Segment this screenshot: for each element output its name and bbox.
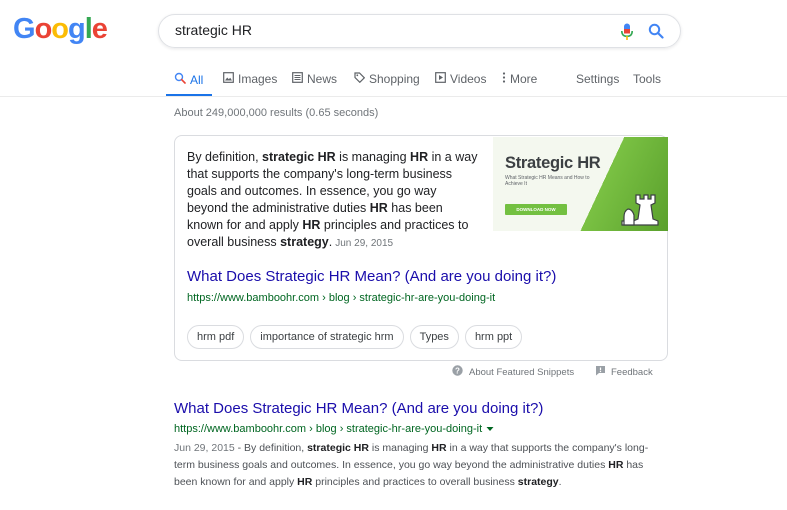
search-icon xyxy=(174,72,186,87)
snippet-text-segment: is managing xyxy=(335,150,411,164)
search-tabs: All Images News Shopping Videos More Set… xyxy=(166,69,694,97)
search-icon[interactable] xyxy=(648,23,664,44)
settings-link[interactable]: Settings xyxy=(576,72,619,86)
tab-news[interactable]: News xyxy=(292,72,337,86)
help-icon: ? xyxy=(452,365,463,379)
feedback-icon xyxy=(595,365,606,379)
snippet-text-segment: . xyxy=(558,476,562,488)
snippet-text-segment: is managing xyxy=(368,442,432,454)
snippet-text-segment: . xyxy=(328,235,333,249)
tab-videos[interactable]: Videos xyxy=(435,72,486,86)
image-title: Strategic HR xyxy=(505,154,601,172)
snippet-image[interactable]: Strategic HR What Strategic HR Means and… xyxy=(493,137,668,231)
related-chip[interactable]: hrm ppt xyxy=(464,325,523,349)
image-download-button: DOWNLOAD NOW xyxy=(505,204,567,215)
tools-link[interactable]: Tools xyxy=(633,72,661,86)
play-icon xyxy=(435,72,446,86)
snippet-result-link[interactable]: What Does Strategic HR Mean? (And are yo… xyxy=(187,268,556,285)
logo-letter: o xyxy=(34,13,53,45)
highlight-keyword: HR xyxy=(302,218,321,232)
highlight-keyword: strategic HR xyxy=(307,442,369,454)
google-logo[interactable]: Google xyxy=(13,13,108,46)
tabs-divider xyxy=(0,96,787,97)
highlight-keyword: HR xyxy=(431,442,447,454)
logo-letter: g xyxy=(68,13,86,45)
result-date: Jun 29, 2015 xyxy=(174,442,235,454)
feedback-label: Feedback xyxy=(611,366,653,378)
tag-icon xyxy=(354,72,366,86)
image-subtitle: What Strategic HR Means and How to Achie… xyxy=(505,175,590,187)
tab-label: Shopping xyxy=(369,72,420,86)
settings-label: Settings xyxy=(576,72,620,86)
highlight-keyword: HR xyxy=(410,150,429,164)
search-input[interactable] xyxy=(175,22,595,38)
snippet-result-url[interactable]: https://www.bamboohr.com › blog › strate… xyxy=(187,292,495,304)
highlight-keyword: HR xyxy=(297,476,313,488)
search-result: What Does Strategic HR Mean? (And are yo… xyxy=(174,400,664,491)
chess-piece-icon xyxy=(621,194,659,226)
related-chip[interactable]: hrm pdf xyxy=(187,325,245,349)
snippet-text-segment: By definition, xyxy=(187,150,263,164)
result-url-text[interactable]: https://www.bamboohr.com › blog › strate… xyxy=(174,423,482,435)
newspaper-icon xyxy=(292,72,303,86)
featured-snippet: By definition, strategic HR is managing … xyxy=(174,135,668,361)
logo-letter: e xyxy=(91,13,108,45)
mic-icon[interactable] xyxy=(620,23,634,46)
logo-letter: l xyxy=(84,13,93,45)
result-title-link[interactable]: What Does Strategic HR Mean? (And are yo… xyxy=(174,400,664,417)
highlight-keyword: HR xyxy=(369,201,388,215)
svg-text:?: ? xyxy=(455,366,460,375)
snippet-date: Jun 29, 2015 xyxy=(335,238,394,249)
snippet-text-segment: - By definition, xyxy=(234,442,308,454)
snippet-text-segment: principles and practices to overall busi… xyxy=(312,476,518,488)
tab-more[interactable]: More xyxy=(502,72,537,86)
highlight-keyword: strategy xyxy=(517,476,559,488)
related-chip[interactable]: Types xyxy=(409,325,459,349)
related-chip[interactable]: importance of strategic hrm xyxy=(250,325,404,349)
tab-images[interactable]: Images xyxy=(223,72,277,86)
result-snippet: Jun 29, 2015 - By definition, strategic … xyxy=(174,440,664,491)
about-featured-snippets[interactable]: ? About Featured Snippets xyxy=(452,365,574,379)
tab-label: News xyxy=(307,72,338,86)
tab-shopping[interactable]: Shopping xyxy=(354,72,420,86)
highlight-keyword: HR xyxy=(608,459,624,471)
dropdown-arrow-icon[interactable] xyxy=(486,423,494,435)
logo-letter: o xyxy=(51,13,69,45)
highlight-keyword: strategic HR xyxy=(262,150,336,164)
featured-snippet-text: By definition, strategic HR is managing … xyxy=(187,149,479,252)
tools-label: Tools xyxy=(633,72,662,86)
highlight-keyword: strategy xyxy=(280,235,329,249)
result-url: https://www.bamboohr.com › blog › strate… xyxy=(174,423,664,435)
more-vert-icon xyxy=(502,72,506,86)
about-label: About Featured Snippets xyxy=(469,366,575,378)
result-stats: About 249,000,000 results (0.65 seconds) xyxy=(174,107,379,119)
tab-label: More xyxy=(510,72,538,86)
tab-label: All xyxy=(190,72,204,87)
tab-all[interactable]: All xyxy=(166,72,212,96)
related-chips: hrm pdf importance of strategic hrm Type… xyxy=(187,325,523,349)
logo-letter: G xyxy=(13,13,36,45)
image-icon xyxy=(223,72,234,86)
tab-label: Videos xyxy=(450,72,487,86)
tab-label: Images xyxy=(238,72,278,86)
search-box[interactable] xyxy=(158,14,681,48)
feedback-link[interactable]: Feedback xyxy=(595,365,653,379)
